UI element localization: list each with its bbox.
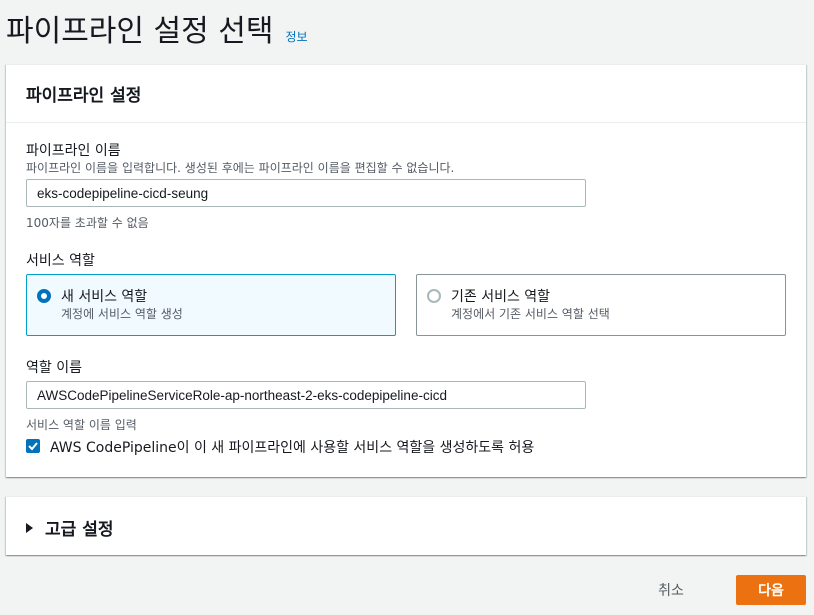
role-name-label: 역할 이름 <box>26 360 82 376</box>
role-name-description: 서비스 역할 이름 입력 <box>26 418 137 432</box>
option-title: 기존 서비스 역할 <box>451 289 551 305</box>
checkmark-icon <box>28 442 38 451</box>
role-name-input[interactable]: AWSCodePipelineServiceRole-ap-northeast-… <box>26 381 586 409</box>
pipeline-name-constraint: 100자를 초과할 수 없음 <box>26 216 149 230</box>
pipeline-name-input[interactable]: eks-codepipeline-cicd-seung <box>26 179 586 207</box>
allow-role-checkbox-label[interactable]: AWS CodePipeline이 이 새 파이프라인에 사용할 서비스 역할을… <box>50 437 534 457</box>
pipeline-name-label: 파이프라인 이름 <box>26 143 121 159</box>
option-description: 계정에 서비스 역할 생성 <box>61 307 183 321</box>
page-title: 파이프라인 설정 선택 <box>6 14 274 49</box>
cancel-button[interactable]: 취소 <box>640 575 702 605</box>
page-header: 파이프라인 설정 선택 정보 <box>6 6 308 50</box>
advanced-settings-panel: 고급 설정 <box>6 496 806 555</box>
new-service-role-option[interactable]: 새 서비스 역할 계정에 서비스 역할 생성 <box>26 274 396 336</box>
info-link[interactable]: 정보 <box>285 28 307 45</box>
pipeline-settings-panel: 파이프라인 설정 파이프라인 이름 파이프라인 이름을 입력합니다. 생성된 후… <box>6 64 806 477</box>
next-button[interactable]: 다음 <box>736 575 806 605</box>
radio-button[interactable] <box>427 289 441 303</box>
radio-button-selected[interactable] <box>37 289 51 303</box>
advanced-settings-label: 고급 설정 <box>45 520 114 540</box>
allow-role-checkbox[interactable] <box>26 439 40 453</box>
option-title: 새 서비스 역할 <box>61 289 148 305</box>
option-description: 계정에서 기존 서비스 역할 선택 <box>451 307 610 321</box>
panel-header: 파이프라인 설정 <box>6 65 806 123</box>
caret-right-icon <box>26 522 33 533</box>
service-role-label: 서비스 역할 <box>26 253 95 269</box>
advanced-settings-toggle[interactable]: 고급 설정 <box>26 515 113 540</box>
pipeline-name-description: 파이프라인 이름을 입력합니다. 생성된 후에는 파이프라인 이름을 편집할 수… <box>26 161 455 175</box>
existing-service-role-option[interactable]: 기존 서비스 역할 계정에서 기존 서비스 역할 선택 <box>416 274 786 336</box>
